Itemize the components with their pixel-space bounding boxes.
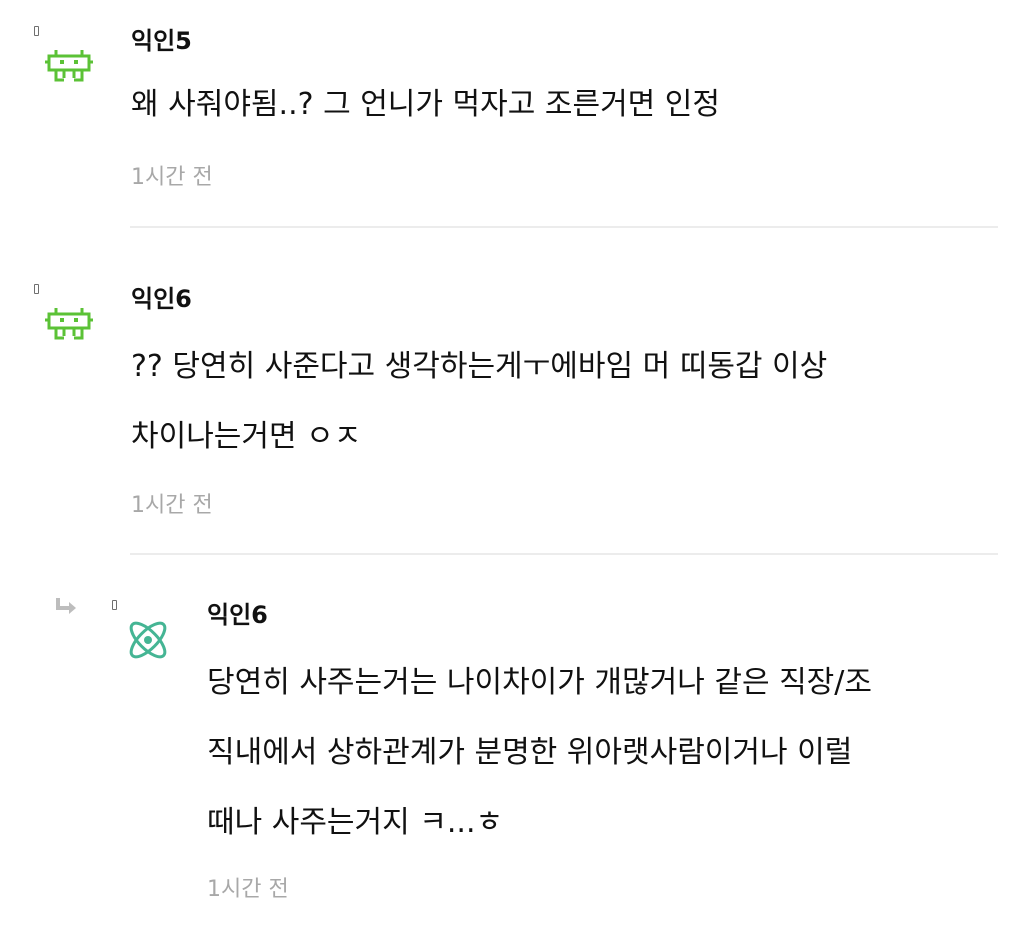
comment-author: 익인6 (131, 285, 192, 313)
comment-timestamp: 1시간 전 (131, 165, 213, 190)
comment-body-line: 당연히 사주는거는 나이차이가 개많거나 같은 직장/조 (207, 665, 872, 700)
reply-comment-item: 익인6 당연히 사주는거는 나이차이가 개많거나 같은 직장/조 직내에서 상하… (0, 590, 1024, 934)
comment-divider (130, 226, 998, 228)
comment-timestamp: 1시간 전 (207, 877, 289, 902)
comment-marker-icon (112, 600, 117, 610)
comment-body-line: 때나 사주는거지 ㅋ...ㅎ (207, 805, 504, 840)
comment-author: 익인5 (131, 27, 192, 55)
comment-timestamp: 1시간 전 (131, 493, 213, 518)
atom-icon[interactable] (122, 614, 174, 666)
comment-body-line: 직내에서 상하관계가 분명한 위아랫사람이거나 이럴 (207, 735, 853, 770)
comment-marker-icon (34, 26, 39, 36)
comment-body-line: 차이나는거면 ㅇㅈ (131, 419, 362, 454)
reply-arrow-icon (56, 598, 76, 614)
comment-body-line: ?? 당연히 사준다고 생각하는게ㅜ에바임 머 띠동갑 이상 (131, 349, 828, 384)
green-pixel-invader-icon[interactable] (44, 46, 94, 86)
comment-item: 익인6 ?? 당연히 사준다고 생각하는게ㅜ에바임 머 띠동갑 이상 차이나는거… (0, 270, 1024, 560)
comment-body-line: 왜 사줘야됨..? 그 언니가 먹자고 조른거면 인정 (131, 87, 721, 122)
comment-item: 익인5 왜 사줘야됨..? 그 언니가 먹자고 조른거면 인정 1시간 전 (0, 0, 1024, 230)
comment-marker-icon (34, 284, 39, 294)
green-pixel-invader-icon[interactable] (44, 304, 94, 344)
comment-divider (130, 553, 998, 555)
comment-author: 익인6 (207, 601, 268, 629)
